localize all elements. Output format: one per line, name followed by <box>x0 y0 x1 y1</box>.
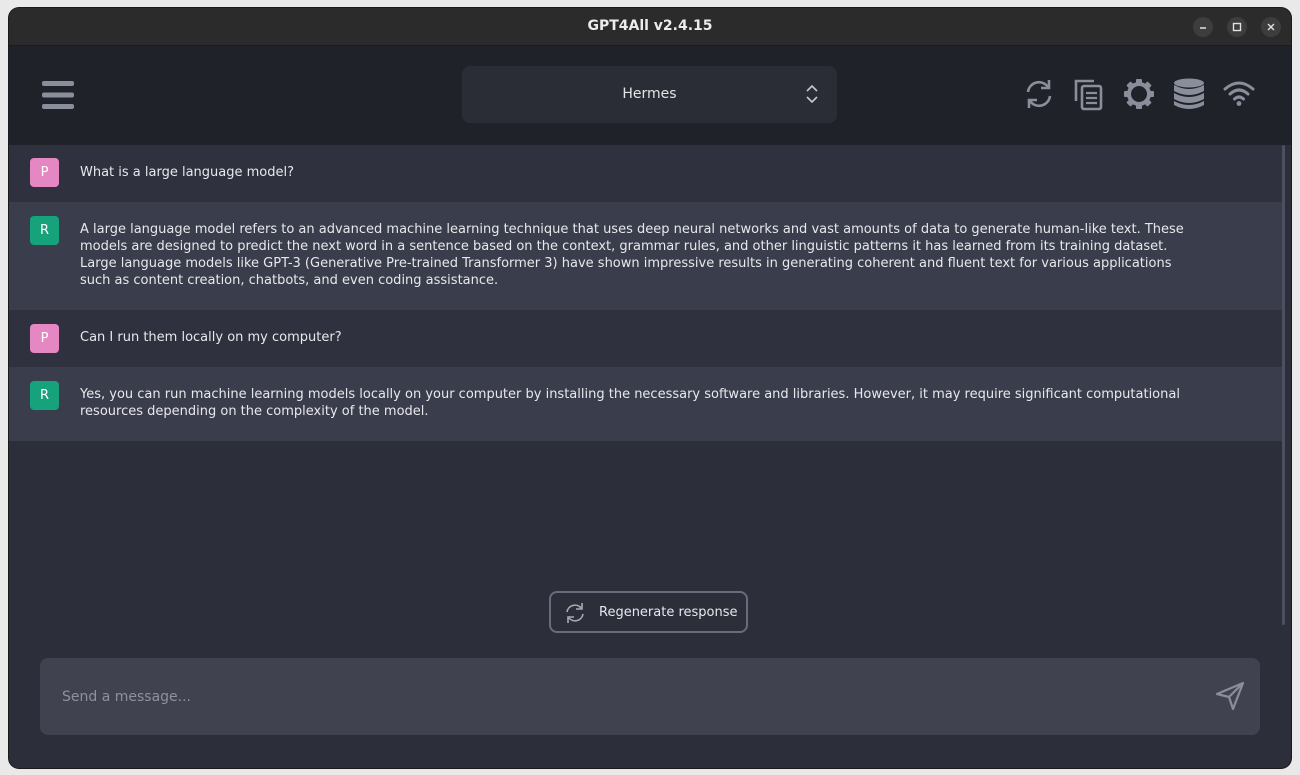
message-text: What is a large language model? <box>80 165 295 180</box>
copy-chat-icon <box>1074 79 1103 111</box>
model-selector[interactable]: Hermes <box>462 66 837 123</box>
chat-message-prompt: P Can I run them locally on my computer? <box>9 310 1282 367</box>
model-selector-value: Hermes <box>622 86 677 102</box>
database-icon <box>1174 78 1204 109</box>
message-text: Can I run them locally on my computer? <box>80 330 342 345</box>
reset-chat-icon <box>1026 80 1052 108</box>
app-window: GPT4All v2.4.15 Hermes P What is a large… <box>9 8 1291 768</box>
regenerate-icon <box>566 603 584 623</box>
settings-gear-icon <box>1124 79 1154 109</box>
maximize-button[interactable] <box>1227 17 1247 37</box>
network-wifi-icon <box>1223 81 1255 106</box>
copy-chat-button[interactable] <box>1072 77 1106 111</box>
message-text: A large language model refers to an adva… <box>80 222 1184 288</box>
close-icon <box>1267 23 1275 31</box>
database-button[interactable] <box>1172 77 1206 111</box>
message-text: Yes, you can run machine learning models… <box>80 387 1180 419</box>
response-avatar: R <box>30 216 59 245</box>
network-button[interactable] <box>1222 77 1256 111</box>
settings-button[interactable] <box>1122 77 1156 111</box>
chat-view: P What is a large language model? R A la… <box>9 145 1282 628</box>
minimize-icon <box>1200 27 1206 29</box>
prompt-avatar: P <box>30 324 59 353</box>
window-title: GPT4All v2.4.15 <box>587 18 713 34</box>
message-composer <box>40 658 1260 735</box>
send-button[interactable] <box>1214 680 1246 712</box>
toolbar: Hermes <box>9 46 1291 145</box>
hamburger-menu-button[interactable] <box>42 79 74 111</box>
minimize-button[interactable] <box>1193 17 1213 37</box>
chat-scrollbar[interactable] <box>1282 145 1285 625</box>
chevron-up-down-icon <box>806 84 818 104</box>
chat-message-response: R Yes, you can run machine learning mode… <box>9 367 1282 441</box>
close-button[interactable] <box>1261 17 1281 37</box>
regenerate-label: Regenerate response <box>599 605 738 620</box>
response-avatar: R <box>30 381 59 410</box>
send-icon <box>1215 681 1245 711</box>
chat-message-response: R A large language model refers to an ad… <box>9 202 1282 310</box>
hamburger-menu-icon <box>42 81 74 109</box>
chat-message-prompt: P What is a large language model? <box>9 145 1282 202</box>
prompt-avatar: P <box>30 158 59 187</box>
reset-chat-button[interactable] <box>1022 77 1056 111</box>
regenerate-response-button[interactable]: Regenerate response <box>549 591 748 633</box>
title-bar: GPT4All v2.4.15 <box>9 8 1291 46</box>
message-input[interactable] <box>60 682 1164 712</box>
maximize-icon <box>1232 22 1242 32</box>
